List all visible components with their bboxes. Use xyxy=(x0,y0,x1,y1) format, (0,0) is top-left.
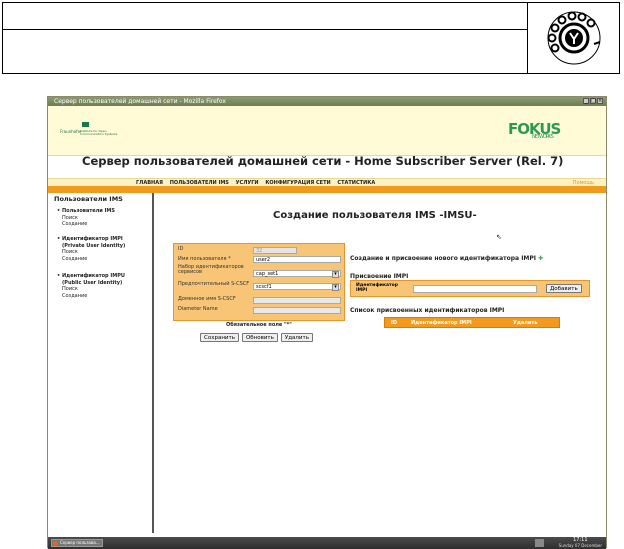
window-titlebar: Сервер пользователей домашней сети - Moz… xyxy=(48,97,606,106)
os-taskbar: Сервер пользова... 17:11 Sunday 07 Decem… xyxy=(48,537,606,549)
assign-impi-title: Присвоение IMPI xyxy=(350,273,409,280)
page-title: Создание пользователя IMS -IMSU- xyxy=(273,210,477,221)
window-title: Сервер пользователей домашней сети - Moz… xyxy=(54,98,226,105)
capset-label: Набор идентификаторов сервисов xyxy=(178,264,244,275)
col-impi: Идентификатор IMPI xyxy=(411,320,472,326)
add-button[interactable]: Добавить xyxy=(546,284,582,293)
tray-icon[interactable] xyxy=(535,539,544,547)
mouse-cursor-icon: ⇖ xyxy=(496,233,502,241)
required-note: Обязательное поле "*" xyxy=(226,322,292,328)
scscf-domain-field xyxy=(253,297,341,304)
diameter-label: Diameter Name xyxy=(178,306,218,312)
minimize-icon[interactable]: _ xyxy=(583,98,589,104)
sidebar-group-ims-users: Пользователи IMS Поиск Создание xyxy=(57,208,115,228)
impi-create-link[interactable]: Создание и присвоение нового идентификат… xyxy=(350,255,543,262)
col-id: ID xyxy=(391,320,398,326)
institute-name: Institute for Open Communication Systems xyxy=(80,129,118,136)
assigned-impi-list-title: Список присвоенных идентификаторов IMPI xyxy=(350,307,505,314)
scscf-domain-label: Доменное имя S-CSCF xyxy=(178,296,236,302)
sidebar-group-impi: Идентификатор IMPI (Private User Identit… xyxy=(57,236,125,263)
header-cell-top xyxy=(3,3,528,30)
plus-icon[interactable]: ✚ xyxy=(538,255,543,262)
sidebar-group-impu: Идентификатор IMPU (Public User Identity… xyxy=(57,273,125,300)
sidebar-link-create[interactable]: Создание xyxy=(62,221,115,228)
sidebar-group-head: Идентификатор IMPI xyxy=(57,236,125,243)
username-label: Имя пользователя * xyxy=(178,256,231,262)
delete-button[interactable]: Удалить xyxy=(280,333,313,342)
fokus-brand-sub: NETWORKS xyxy=(532,134,554,140)
impi-create-text: Создание и присвоение нового идентификат… xyxy=(350,255,537,262)
diameter-field xyxy=(253,307,341,314)
orange-divider xyxy=(48,186,606,193)
scscf-label: Предпочтительный S-CSCF xyxy=(178,281,250,287)
browser-window: Сервер пользователей домашней сети - Moz… xyxy=(47,96,607,549)
taskbar-clock[interactable]: 17:11 Sunday 07 December xyxy=(558,538,602,549)
assign-impi-box: Идентификатор IMPI Добавить xyxy=(350,280,590,297)
app-title: Сервер пользователей домашней сети - Hom… xyxy=(82,154,564,168)
capset-select[interactable]: cap_set1 xyxy=(253,270,341,278)
header-cell-bottom xyxy=(3,30,528,73)
logo-cell xyxy=(529,3,619,73)
id-label: ID xyxy=(178,246,184,252)
sidebar-group-head: Пользователи IMS xyxy=(57,208,115,215)
taskbar-firefox-task[interactable]: Сервер пользова... xyxy=(51,539,103,547)
sidebar-link-create[interactable]: Создание xyxy=(62,256,125,263)
site-banner: Fraunhofer Institute for Open Communicat… xyxy=(48,106,606,156)
form-buttons: Сохранить Обновить Удалить xyxy=(200,333,313,342)
col-delete: Удалить xyxy=(513,320,538,326)
scscf-select[interactable]: scscf1 xyxy=(253,283,341,291)
close-icon[interactable]: × xyxy=(597,98,603,104)
sidebar: Пользователи IMS Пользователи IMS Поиск … xyxy=(48,193,154,533)
maximize-icon[interactable]: □ xyxy=(590,98,596,104)
sidebar-group-head: Идентификатор IMPU xyxy=(57,273,125,280)
clock-date: Sunday 07 December xyxy=(558,543,602,548)
rotary-phone-logo xyxy=(547,11,601,65)
main-nav: ГЛАВНАЯ ПОЛЬЗОВАТЕЛИ IMS УСЛУГИ КОНФИГУР… xyxy=(48,178,606,186)
fraunhofer-logo: Fraunhofer Institute for Open Communicat… xyxy=(60,122,117,136)
imsu-form: ID 32 Имя пользователя * user2 Набор иде… xyxy=(173,243,345,321)
refresh-button[interactable]: Обновить xyxy=(241,333,278,342)
assigned-impi-table-header: ID Идентификатор IMPI Удалить xyxy=(384,317,560,328)
fraunhofer-mark-icon xyxy=(82,122,89,127)
fokus-logo: FOKUS NETWORKS xyxy=(508,120,561,140)
main-content: Создание пользователя IMS -IMSU- ⇖ ID 32… xyxy=(156,193,606,533)
username-input[interactable]: user2 xyxy=(253,256,341,263)
sidebar-link-create[interactable]: Создание xyxy=(62,293,125,300)
assign-impi-input[interactable] xyxy=(413,285,537,293)
document-header xyxy=(2,2,620,74)
sidebar-title: Пользователи IMS xyxy=(54,195,123,203)
assign-impi-label: Идентификатор IMPI xyxy=(356,283,398,293)
id-field: 32 xyxy=(253,247,297,254)
fraunhofer-name: Fraunhofer xyxy=(60,129,82,134)
save-button[interactable]: Сохранить xyxy=(200,333,239,342)
